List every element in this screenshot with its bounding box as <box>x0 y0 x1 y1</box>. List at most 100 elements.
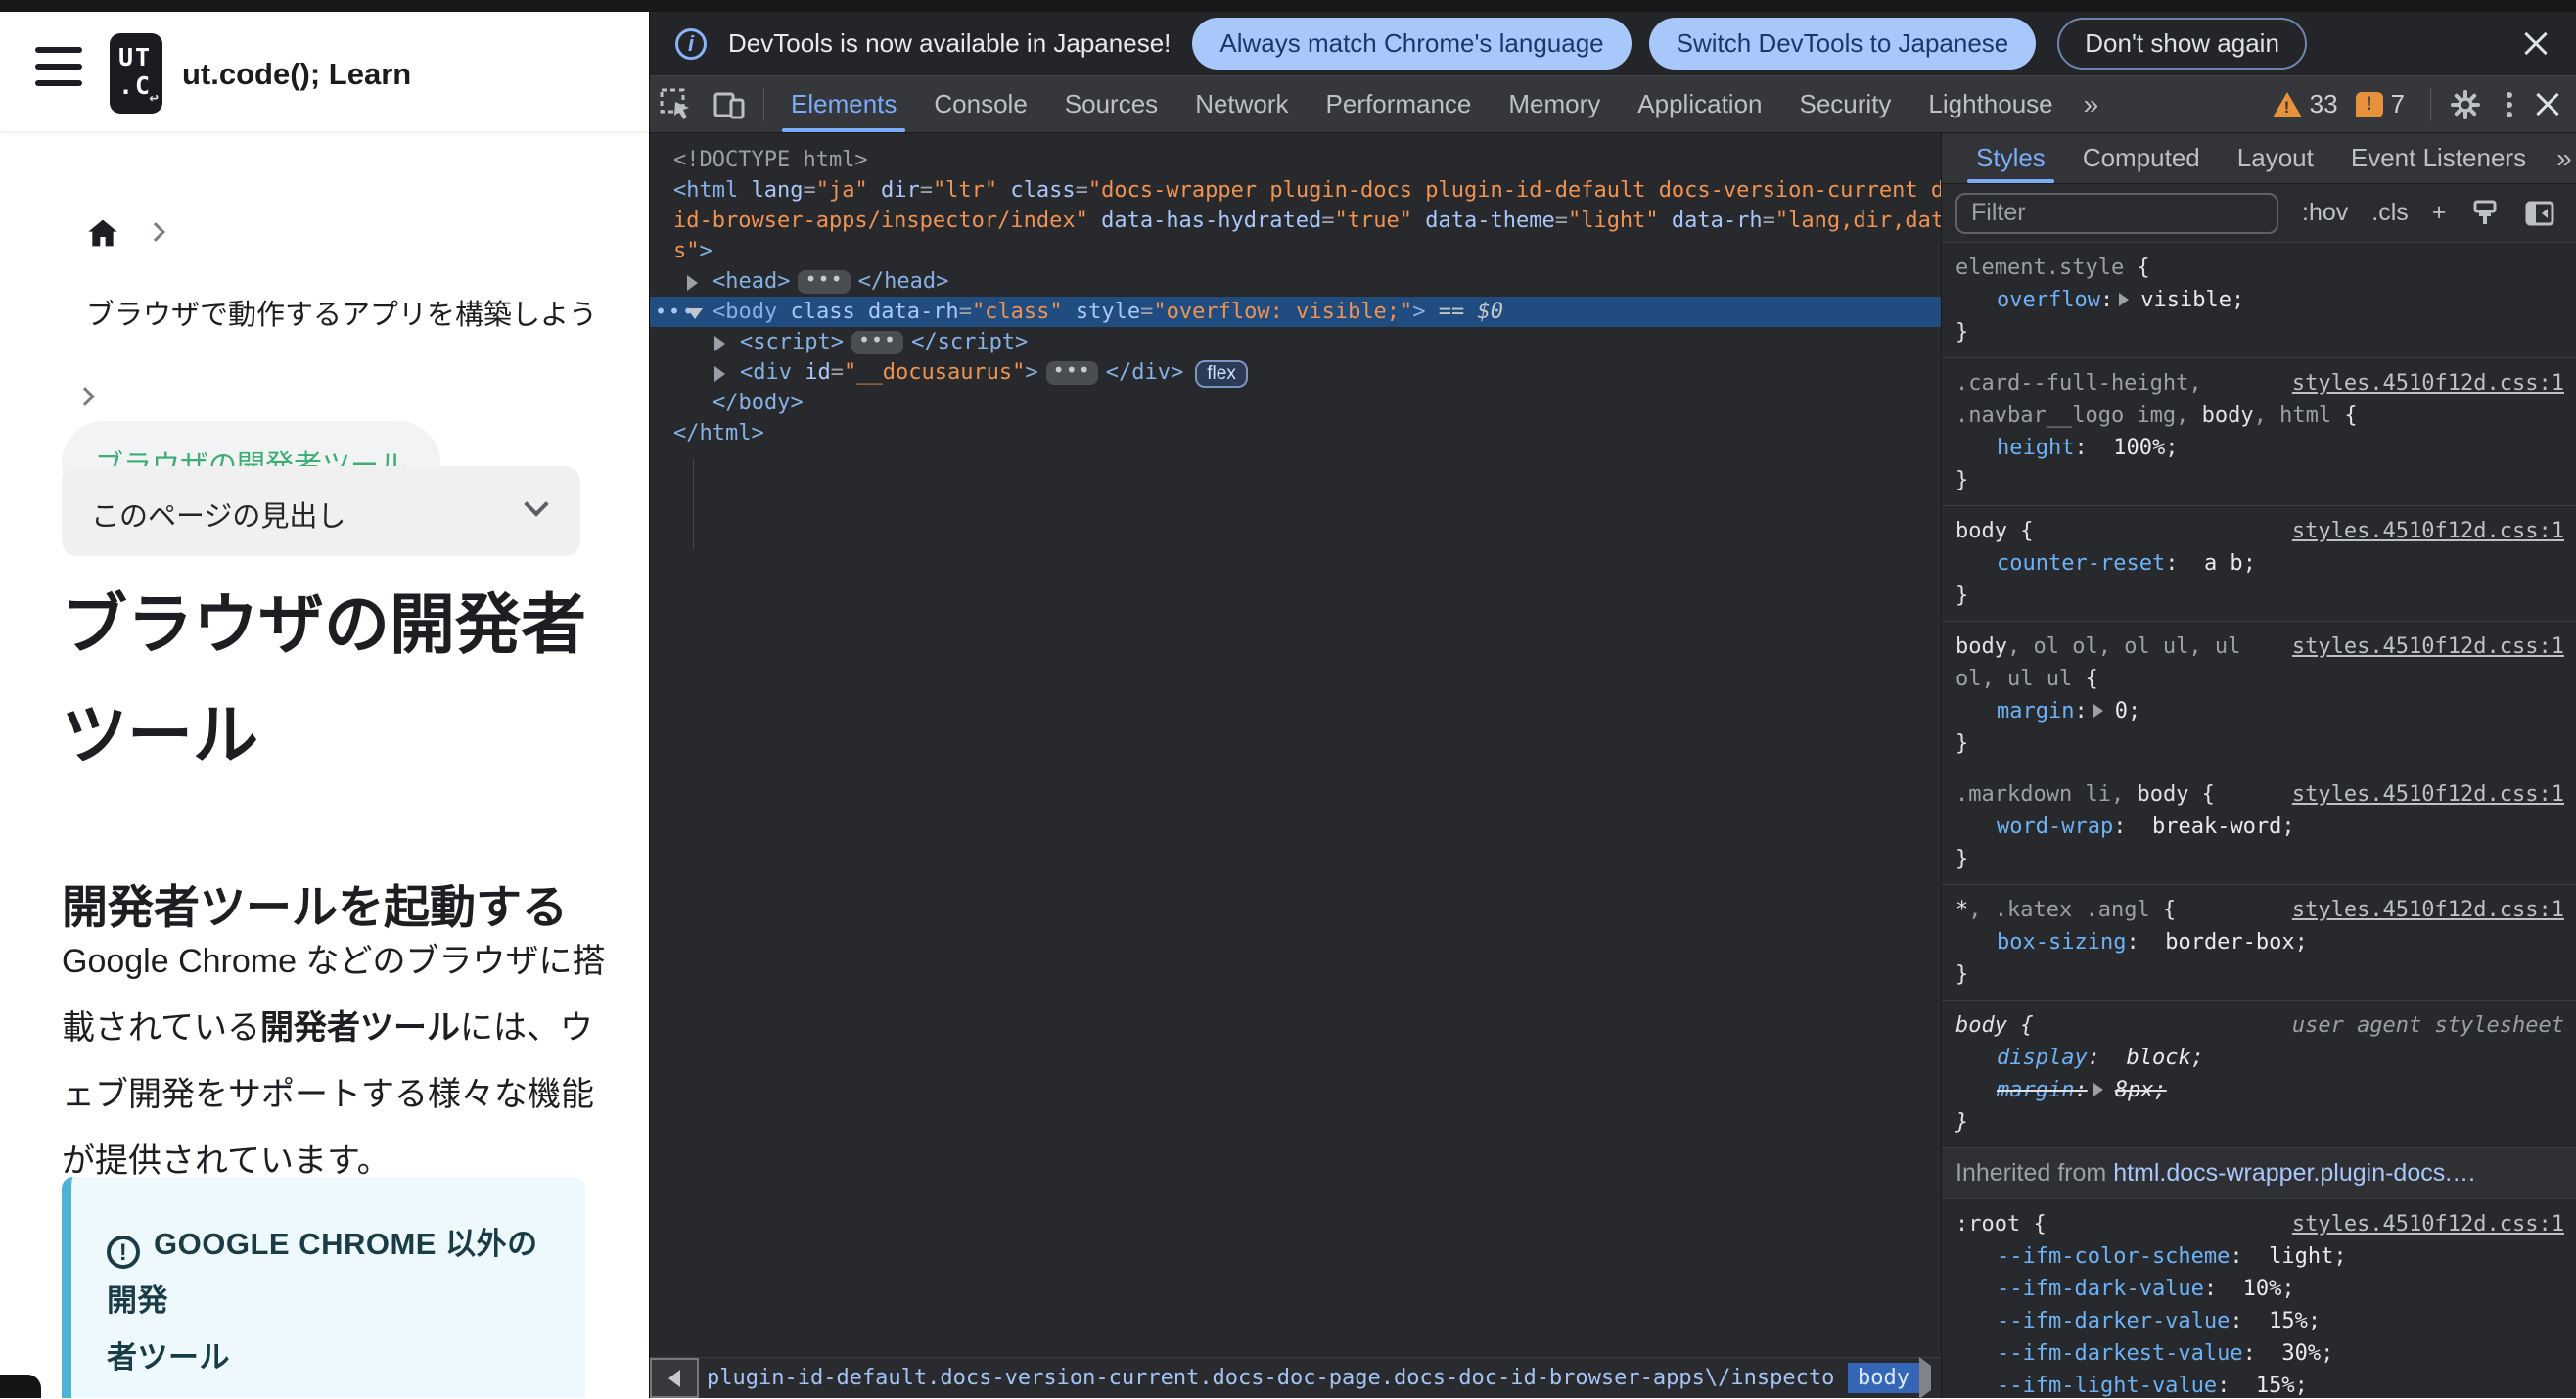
device-toolbar-icon[interactable] <box>713 88 746 121</box>
infobar-close-icon[interactable] <box>2521 29 2551 59</box>
site-title[interactable]: ut.code(); Learn <box>182 57 411 92</box>
css-declaration[interactable]: --ifm-light-value: 15%; <box>1955 1370 2564 1398</box>
inspect-element-icon[interactable] <box>660 88 693 121</box>
tab-security[interactable]: Security <box>1781 76 1910 132</box>
stylesheet-source-link[interactable]: styles.4510f12d.css:1 <box>2292 515 2564 547</box>
alert-circle-icon: ! <box>107 1236 140 1269</box>
tab-elements[interactable]: Elements <box>772 76 915 132</box>
tab-performance[interactable]: Performance <box>1308 76 1491 132</box>
toc-collapsible[interactable]: このページの見出し <box>62 466 580 556</box>
warning-triangle-icon: ! <box>2272 91 2302 117</box>
tab-sources[interactable]: Sources <box>1046 76 1176 132</box>
css-declaration[interactable]: margin: 8px; <box>1955 1074 2564 1106</box>
tab-lighthouse[interactable]: Lighthouse <box>1909 76 2071 132</box>
dom-node[interactable]: <html lang="ja" dir="ltr" class="docs-wr… <box>650 175 1941 206</box>
dom-node[interactable]: </html> <box>650 418 1941 448</box>
css-declaration[interactable]: box-sizing: border-box; <box>1955 926 2564 958</box>
css-declaration[interactable]: display: block; <box>1955 1042 2564 1074</box>
kebab-menu-icon[interactable] <box>2506 88 2513 121</box>
tab-network[interactable]: Network <box>1176 76 1307 132</box>
expander-open-icon[interactable] <box>687 308 703 319</box>
dom-node[interactable]: <div id="__docusaurus"> ••• </div> flex <box>650 357 1941 388</box>
dom-tree: <!DOCTYPE html> <html lang="ja" dir="ltr"… <box>650 133 1941 1357</box>
dom-node[interactable]: </body> <box>650 388 1941 418</box>
site-logo[interactable]: UT .C ↩ <box>110 33 162 114</box>
settings-gear-icon[interactable] <box>2449 88 2482 121</box>
paragraph-line: ェブ開発をサポートする様々な機能 <box>62 1076 594 1113</box>
dom-node[interactable]: <!DOCTYPE html> <box>650 145 1941 175</box>
tab-memory[interactable]: Memory <box>1490 76 1619 132</box>
flex-badge[interactable]: flex <box>1195 360 1248 388</box>
css-rule[interactable]: styles.4510f12d.css:1 .card--full-height,… <box>1942 358 2576 506</box>
dom-breadcrumb-selected[interactable]: body <box>1848 1363 1919 1393</box>
breadcrumb-section-link[interactable]: ブラウザで動作するアプリを構築しよう <box>86 292 597 333</box>
css-declaration[interactable]: --ifm-darker-value: 15%; <box>1955 1305 2564 1337</box>
page-title-line: ブラウザの開発者 <box>62 588 586 662</box>
stylesheet-source-link[interactable]: styles.4510f12d.css:1 <box>2292 630 2564 663</box>
css-declaration[interactable]: counter-reset: a b; <box>1955 547 2564 580</box>
styles-toolbar-button-[interactable]: + <box>2432 199 2447 227</box>
dom-node[interactable]: <script> ••• </script> <box>650 327 1941 357</box>
inherited-from-link[interactable]: html.docs-wrapper.plugin-docs.… <box>2113 1159 2476 1187</box>
panel-toggle-icon[interactable] <box>2524 198 2555 229</box>
styles-filter-input[interactable] <box>1955 192 2278 234</box>
tab-console[interactable]: Console <box>915 76 1045 132</box>
hamburger-menu-icon[interactable] <box>35 47 82 94</box>
breadcrumb-scroll-right-button[interactable] <box>1919 1357 1931 1399</box>
expander-closed-icon[interactable] <box>714 366 725 382</box>
css-rule[interactable]: styles.4510f12d.css:1 body, ol ol, ol ul,… <box>1942 622 2576 769</box>
css-rules-list: element.style {overflow: visible;} styles.… <box>1942 243 2576 1398</box>
stylesheet-source-link[interactable]: styles.4510f12d.css:1 <box>2292 367 2564 399</box>
sidebar-tab-computed[interactable]: Computed <box>2064 133 2219 183</box>
warnings-counter[interactable]: ! 33 <box>2272 89 2338 119</box>
css-rule[interactable]: element.style {overflow: visible;} <box>1942 243 2576 358</box>
css-declaration[interactable]: margin: 0; <box>1955 695 2564 727</box>
css-declaration[interactable]: --ifm-color-scheme: light; <box>1955 1240 2564 1273</box>
css-declaration[interactable]: word-wrap: break-word; <box>1955 811 2564 843</box>
css-rule[interactable]: styles.4510f12d.css:1 body {counter-reset… <box>1942 506 2576 622</box>
css-rule[interactable]: styles.4510f12d.css:1:root {--ifm-color-… <box>1942 1199 2576 1398</box>
css-rule[interactable]: user agent stylesheet body {display: bloc… <box>1942 1001 2576 1148</box>
brush-icon[interactable] <box>2469 198 2501 229</box>
css-rule[interactable]: styles.4510f12d.css:1 .markdown li, body … <box>1942 769 2576 885</box>
shorthand-expander-icon[interactable] <box>2093 1083 2103 1096</box>
collapsed-content-ellipsis-button[interactable]: ••• <box>1045 360 1098 385</box>
devtools-close-icon[interactable] <box>2533 90 2562 119</box>
dom-node-selected[interactable]: ••• <body class data-rh="class" style="ov… <box>650 297 1941 327</box>
dom-breadcrumb-bar: plugin-id-default.docs-version-current.d… <box>650 1357 1941 1399</box>
issues-counter[interactable]: ! 7 <box>2355 89 2405 119</box>
css-declaration[interactable]: height: 100%; <box>1955 432 2564 464</box>
styles-toolbar-button-hov[interactable]: :hov <box>2302 199 2348 227</box>
collapsed-content-ellipsis-button[interactable]: ••• <box>798 269 851 294</box>
tab-application[interactable]: Application <box>1619 76 1780 132</box>
css-rule[interactable]: styles.4510f12d.css:1 *, .katex .angl {bo… <box>1942 885 2576 1001</box>
web-page: UT .C ↩ ut.code(); Learn ブラウザで動作するアプリを構築… <box>0 12 649 1398</box>
dom-breadcrumb-path[interactable]: plugin-id-default.docs-version-current.d… <box>707 1366 1838 1390</box>
infobar-action-button[interactable]: Switch DevTools to Japanese <box>1648 18 2037 70</box>
sidebar-tab-styles[interactable]: Styles <box>1957 133 2064 183</box>
admonition-title-line: ! GOOGLE CHROME 以外の開発 <box>107 1227 538 1318</box>
expander-closed-icon[interactable] <box>714 336 725 351</box>
sidebar-tab-layout[interactable]: Layout <box>2219 133 2332 183</box>
collapsed-content-ellipsis-button[interactable]: ••• <box>851 330 904 354</box>
shorthand-expander-icon[interactable] <box>2093 704 2103 718</box>
expander-closed-icon[interactable] <box>687 275 698 291</box>
more-tabs-button[interactable]: » <box>2072 89 2109 120</box>
home-icon[interactable] <box>86 217 119 249</box>
styles-toolbar-button-cls[interactable]: .cls <box>2371 199 2409 227</box>
stylesheet-source-link[interactable]: styles.4510f12d.css:1 <box>2292 894 2564 926</box>
css-declaration[interactable]: overflow: visible; <box>1955 284 2564 316</box>
dom-node[interactable]: <head> ••• </head> <box>650 266 1941 297</box>
dont-show-again-button[interactable]: Don't show again <box>2057 18 2307 70</box>
stylesheet-source-link[interactable]: styles.4510f12d.css:1 <box>2292 778 2564 811</box>
shorthand-expander-icon[interactable] <box>2119 293 2130 306</box>
stylesheet-source-link[interactable]: styles.4510f12d.css:1 <box>2292 1208 2564 1240</box>
css-declaration[interactable]: --ifm-dark-value: 10%; <box>1955 1273 2564 1305</box>
breadcrumb-scroll-left-button[interactable] <box>650 1358 699 1398</box>
sidebar-more-tabs-button[interactable]: » <box>2545 143 2576 174</box>
dom-node[interactable]: id-browser-apps/inspector/index" data-ha… <box>650 206 1941 236</box>
infobar-action-button[interactable]: Always match Chrome's language <box>1192 18 1632 70</box>
dom-node[interactable]: s"> <box>650 236 1941 266</box>
sidebar-tab-event-listeners[interactable]: Event Listeners <box>2332 133 2545 183</box>
css-declaration[interactable]: --ifm-darkest-value: 30%; <box>1955 1337 2564 1370</box>
